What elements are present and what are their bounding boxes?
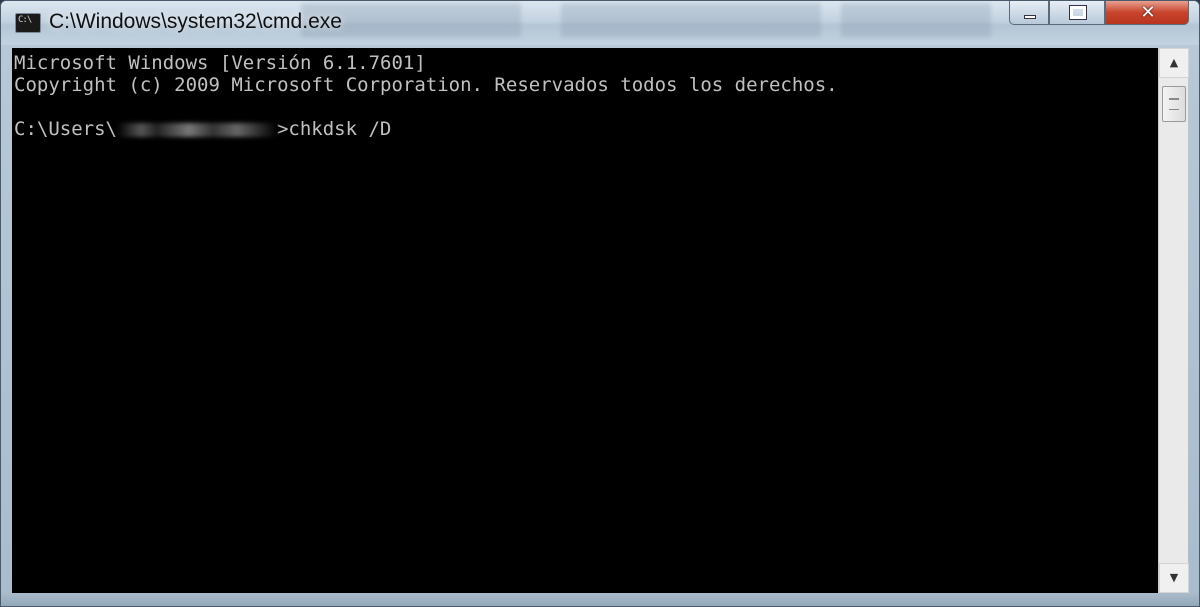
title-bar[interactable]: C:\ C:\Windows\system32\cmd.exe ✕: [1, 1, 1199, 45]
minimize-button[interactable]: [1009, 1, 1049, 25]
maximize-icon: [1069, 5, 1087, 20]
window-bottom-frame: [1, 593, 1199, 606]
redacted-username: [116, 122, 277, 137]
console-output[interactable]: Microsoft Windows [Versión 6.1.7601] Copy…: [12, 48, 1158, 593]
console-line-blank: [14, 96, 1156, 118]
minimize-icon: [1024, 15, 1036, 19]
console-line-copyright: Copyright (c) 2009 Microsoft Corporation…: [14, 74, 838, 96]
vertical-scrollbar[interactable]: ▲ ▼: [1158, 48, 1189, 593]
close-button[interactable]: ✕: [1105, 1, 1189, 25]
console-line-version: Microsoft Windows [Versión 6.1.7601]: [14, 52, 426, 74]
window-title: C:\Windows\system32\cmd.exe: [49, 10, 342, 33]
chevron-up-icon: ▲: [1169, 56, 1179, 69]
background-taskbar-ghost: [561, 3, 821, 37]
scroll-up-button[interactable]: ▲: [1159, 48, 1189, 78]
cmd-icon-label: C:\: [18, 15, 32, 25]
maximize-button[interactable]: [1049, 1, 1105, 25]
prompt-command: >chkdsk /D: [276, 118, 392, 140]
close-icon: ✕: [1140, 2, 1156, 23]
scroll-thumb[interactable]: [1162, 86, 1186, 122]
cmd-icon[interactable]: C:\: [15, 13, 41, 33]
chevron-down-icon: ▼: [1169, 571, 1179, 584]
cmd-window: C:\ C:\Windows\system32\cmd.exe ✕ Micros…: [0, 0, 1200, 607]
scroll-down-button[interactable]: ▼: [1159, 563, 1189, 593]
prompt-prefix: C:\Users\: [14, 118, 117, 140]
background-taskbar-ghost: [841, 3, 991, 37]
console-line-prompt: C:\Users\ >chkdsk /D: [14, 118, 1156, 140]
